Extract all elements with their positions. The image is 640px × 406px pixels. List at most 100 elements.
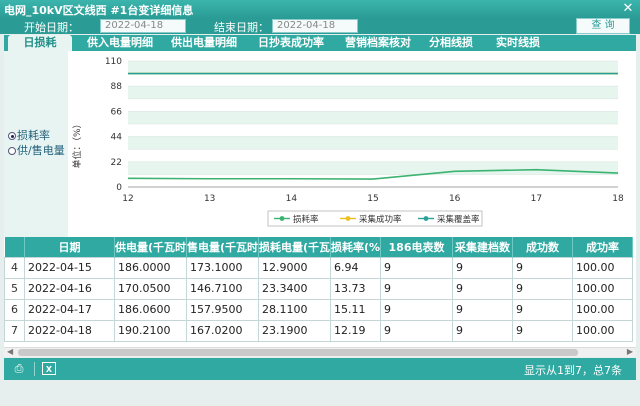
table-cell: 100.00: [572, 277, 633, 300]
table-row[interactable]: 6 2022-04-17 186.0600 157.9500 28.1100 15.11 9…: [4, 298, 633, 321]
table-cell: 13.73: [330, 277, 381, 300]
table-row[interactable]: 4 2022-04-15 186.0000 173.1000 12.9000 6.94 9 9…: [4, 256, 633, 279]
column-header[interactable]: 成功率: [572, 237, 633, 257]
table-cell: 9: [380, 277, 453, 300]
table-cell: 9: [380, 298, 453, 321]
column-header[interactable]: 日期: [24, 237, 115, 257]
data-table-container: 日期供电量(千瓦时)售电量(千瓦时)损耗电量(千瓦时)损耗率(%)186电表数采…: [4, 237, 636, 347]
table-row[interactable]: 7 2022-04-18 190.2100 167.0200 23.1900 12.19 9…: [4, 319, 633, 342]
tab-marketing-archive-check[interactable]: 营销档案核对: [338, 35, 418, 51]
table-cell: 173.1000: [186, 256, 259, 279]
table-row[interactable]: 5 2022-04-16 170.0500 146.7100 23.3400 13.73 9…: [4, 277, 633, 300]
table-cell: 9: [380, 319, 453, 342]
legend-swatch-dot: [279, 216, 285, 221]
table-cell: 28.1100: [258, 298, 331, 321]
end-date-input[interactable]: 2022-04-18: [272, 19, 358, 33]
x-tick-label: 18: [612, 194, 624, 204]
start-date-input[interactable]: 2022-04-18: [100, 19, 186, 33]
y-tick-label: 66: [111, 107, 123, 117]
table-cell: 190.2100: [114, 319, 187, 342]
column-header[interactable]: 售电量(千瓦时): [186, 237, 259, 257]
column-header[interactable]: 损耗率(%): [330, 237, 381, 257]
tab-supply-in-detail[interactable]: 供入电量明细: [80, 35, 160, 51]
window-title: 电网_10kV区文线西 #1台变详细信息: [4, 4, 194, 17]
table-cell: 9: [452, 298, 513, 321]
close-icon[interactable]: ✕: [620, 1, 636, 17]
horizontal-scrollbar[interactable]: ◀ ▶: [4, 347, 636, 357]
tab-bar: 日损耗 供入电量明细 供出电量明细 日抄表成功率 营销档案核对 分相线损 实时线…: [4, 35, 636, 51]
table-cell: 15.11: [330, 298, 381, 321]
table-cell: 23.1900: [258, 319, 331, 342]
tab-meter-read-rate[interactable]: 日抄表成功率: [250, 35, 332, 51]
tab-supply-out-detail[interactable]: 供出电量明细: [164, 35, 244, 51]
table-cell: 2022-04-16: [24, 277, 115, 300]
tab-realtime-line-loss[interactable]: 实时线损: [488, 35, 548, 51]
query-button[interactable]: 查 询: [576, 18, 630, 34]
column-header[interactable]: 采集建档数: [452, 237, 513, 257]
table-cell: 9: [512, 319, 573, 342]
column-header[interactable]: 186电表数: [380, 237, 453, 257]
row-number: 5: [4, 277, 25, 300]
grid-band: [128, 86, 618, 99]
table-cell: 12.19: [330, 319, 381, 342]
table-cell: 2022-04-17: [24, 298, 115, 321]
x-tick-label: 16: [449, 194, 461, 204]
y-tick-label: 44: [111, 133, 123, 143]
pagination-info: 显示从1到7，总7条: [524, 364, 622, 377]
radio-supply-sale[interactable]: 供/售电量: [8, 142, 65, 158]
excel-icon[interactable]: X: [42, 362, 56, 375]
table-cell: 9: [512, 277, 573, 300]
column-header[interactable]: 损耗电量(千瓦时): [258, 237, 331, 257]
table-cell: 23.3400: [258, 277, 331, 300]
y-tick-label: 0: [116, 183, 122, 193]
table-cell: 2022-04-18: [24, 319, 115, 342]
table-cell: 170.0500: [114, 277, 187, 300]
table-cell: 100.00: [572, 319, 633, 342]
grid-band: [128, 161, 618, 175]
column-header[interactable]: [4, 237, 25, 257]
table-cell: 167.0200: [186, 319, 259, 342]
table-cell: 157.9500: [186, 298, 259, 321]
window-titlebar: 电网_10kV区文线西 #1台变详细信息 ✕: [0, 0, 640, 18]
grid-band: [128, 174, 618, 187]
column-header[interactable]: 成功数: [512, 237, 573, 257]
table-cell: 12.9000: [258, 256, 331, 279]
table-cell: 9: [452, 256, 513, 279]
scroll-right-icon[interactable]: ▶: [627, 347, 633, 356]
chart-panel: 损耗率 供/售电量 0 22 44 66 88 110 12 13 14 15 16 17 18 损耗…: [4, 51, 636, 237]
date-query-bar: 开始日期： 2022-04-18 结束日期： 2022-04-18 查 询: [0, 18, 640, 34]
grid-band: [128, 98, 618, 112]
table-cell: 100.00: [572, 298, 633, 321]
row-number: 6: [4, 298, 25, 321]
y-tick-label: 22: [111, 158, 122, 168]
legend-label: 采集成功率: [359, 214, 402, 225]
table-cell: 9: [452, 319, 513, 342]
y-axis-label: 单位：（%）: [71, 119, 83, 168]
printer-icon[interactable]: ⎙: [12, 362, 26, 375]
grid-band: [128, 111, 618, 124]
radio-loss-rate[interactable]: 损耗率: [8, 127, 50, 143]
table-cell: 186.0600: [114, 298, 187, 321]
legend-swatch-dot: [345, 216, 351, 221]
row-number: 4: [4, 256, 25, 279]
scroll-left-icon[interactable]: ◀: [7, 347, 13, 356]
loss-rate-line-chart: 0 22 44 66 88 110 12 13 14 15 16 17 18 损耗率 采集成功率 采集覆盖…: [68, 51, 636, 237]
status-bar: ⎙ X 显示从1到7，总7条: [4, 358, 636, 380]
start-date-label: 开始日期：: [24, 21, 79, 34]
table-cell: 186.0000: [114, 256, 187, 279]
radio-label: 损耗率: [17, 129, 50, 142]
radio-label: 供/售电量: [17, 144, 65, 157]
data-table: 日期供电量(千瓦时)售电量(千瓦时)损耗电量(千瓦时)损耗率(%)186电表数采…: [4, 237, 633, 342]
legend-label: 采集覆盖率: [437, 214, 480, 225]
grid-band: [128, 124, 618, 137]
x-tick-label: 14: [286, 194, 298, 204]
table-cell: 6.94: [330, 256, 381, 279]
column-header[interactable]: 供电量(千瓦时): [114, 237, 187, 257]
radio-unchecked-icon: [8, 147, 16, 155]
scrollbar-thumb[interactable]: [18, 349, 578, 356]
legend-label: 损耗率: [293, 214, 319, 225]
row-number: 7: [4, 319, 25, 342]
tab-phase-line-loss[interactable]: 分相线损: [424, 35, 478, 51]
tab-daily-loss[interactable]: 日损耗: [8, 35, 72, 51]
table-cell: 9: [512, 298, 573, 321]
